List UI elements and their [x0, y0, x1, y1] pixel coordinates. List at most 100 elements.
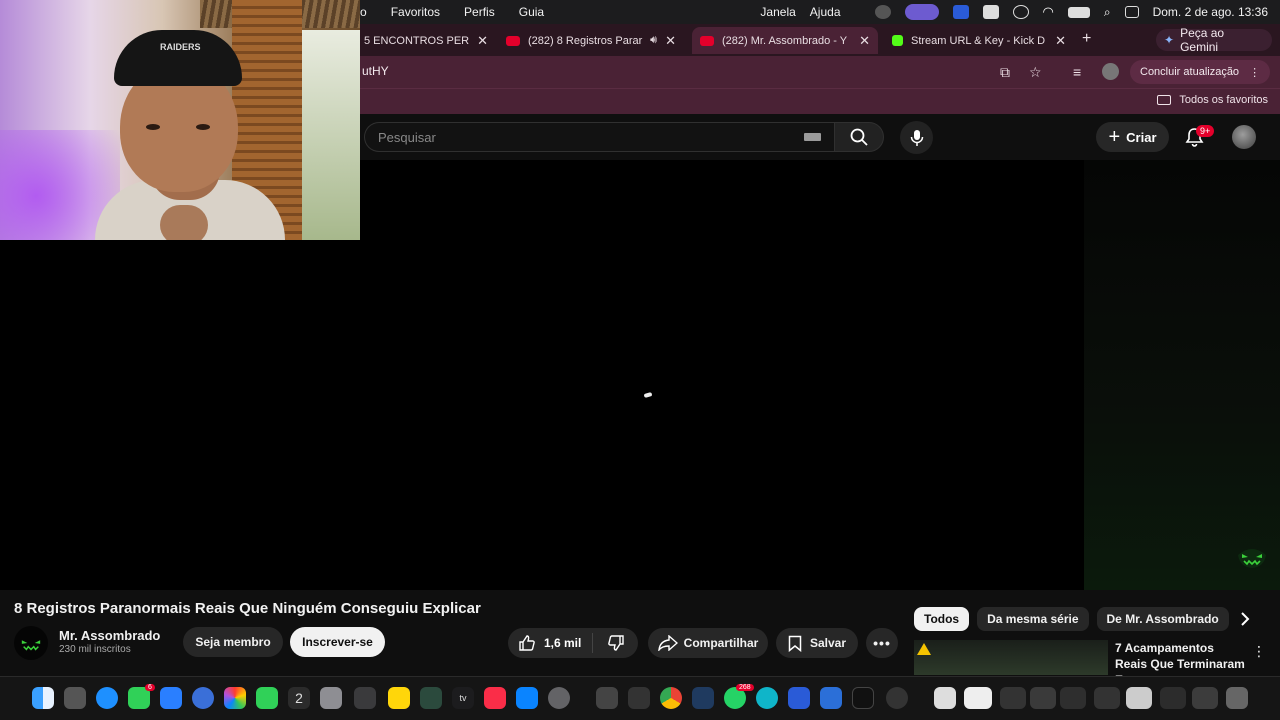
settings-icon[interactable] — [548, 687, 570, 709]
channel-watermark-icon[interactable] — [1236, 545, 1268, 569]
app-icon[interactable] — [886, 687, 908, 709]
menu-window[interactable]: Janela — [760, 5, 795, 19]
close-icon[interactable]: ✕ — [477, 33, 488, 49]
tv-icon[interactable]: tv — [452, 687, 474, 709]
wifi-icon[interactable]: ◠ — [1043, 4, 1054, 20]
save-button[interactable]: Salvar — [776, 628, 858, 658]
calendar-icon[interactable]: 2 — [288, 687, 310, 709]
profile-icon[interactable] — [1102, 63, 1119, 80]
capcut-app-icon[interactable] — [788, 687, 810, 709]
window-thumbnail-icon[interactable] — [1094, 687, 1120, 709]
dislike-button[interactable] — [593, 634, 638, 652]
photos-icon[interactable] — [224, 687, 246, 709]
reminders-icon[interactable] — [354, 687, 376, 709]
menu-tabs[interactable]: Guia — [519, 5, 544, 19]
clock[interactable]: Dom. 2 de ago. 13:36 — [1153, 5, 1268, 19]
folder-icon — [1157, 95, 1172, 105]
screen-record-icon[interactable] — [904, 4, 939, 20]
capcut-icon[interactable] — [596, 687, 618, 709]
browser-tab[interactable]: (282) 8 Registros Parar 🔊︎ ✕ — [498, 27, 684, 54]
close-icon[interactable]: ✕ — [1055, 33, 1066, 49]
file-icon[interactable] — [934, 687, 956, 709]
spotlight-icon[interactable]: ⌕ — [1104, 5, 1111, 20]
menu-help[interactable]: Ajuda — [810, 5, 841, 19]
media-controls-icon[interactable]: ≡ — [1073, 64, 1081, 80]
launchpad-icon[interactable] — [64, 687, 86, 709]
play-icon[interactable] — [1012, 5, 1029, 19]
tab-label: Stream URL & Key - Kick D — [911, 34, 1046, 47]
search-input[interactable] — [365, 123, 834, 151]
chrome-icon[interactable] — [660, 687, 682, 709]
whatsapp-badge: 268 — [736, 684, 754, 691]
more-actions-button[interactable]: ••• — [866, 628, 898, 658]
chevron-right-icon[interactable] — [1238, 611, 1252, 627]
status-app-icon-2[interactable] — [982, 5, 999, 19]
battery-icon[interactable] — [1067, 6, 1090, 18]
video-frame-edge — [1084, 160, 1280, 590]
window-thumbnail-icon[interactable] — [1000, 687, 1026, 709]
app-store-icon[interactable] — [516, 687, 538, 709]
channel-avatar[interactable] — [14, 626, 48, 660]
recommendation-thumbnail[interactable] — [914, 640, 1108, 675]
search-button[interactable] — [834, 122, 884, 152]
bookmark-star-icon[interactable]: ☆ — [1029, 64, 1042, 81]
mail-icon[interactable] — [160, 687, 182, 709]
browser-tab-active[interactable]: (282) Mr. Assombrado - Y ✕ — [692, 27, 878, 54]
subscribe-button[interactable]: Inscrever-se — [290, 627, 385, 657]
keyboard-icon[interactable] — [804, 133, 821, 141]
more-vertical-icon[interactable]: ⋮ — [1252, 643, 1266, 660]
voice-search-button[interactable] — [900, 121, 933, 154]
chip-same-series[interactable]: Da mesma série — [977, 607, 1089, 631]
grid-app-icon[interactable] — [628, 687, 650, 709]
window-thumbnail-icon[interactable] — [1126, 687, 1152, 709]
window-thumbnail-icon[interactable] — [1060, 687, 1086, 709]
more-vertical-icon[interactable]: ⋮ — [1249, 66, 1260, 79]
webcam-person — [114, 30, 242, 86]
webcam-person — [146, 124, 160, 130]
browser-tab[interactable]: Stream URL & Key - Kick D ✕ — [884, 27, 1074, 54]
menu-favorites[interactable]: Favoritos — [391, 5, 440, 19]
app-icon[interactable] — [756, 687, 778, 709]
control-center-icon[interactable] — [1124, 6, 1139, 18]
safari-icon[interactable] — [96, 687, 118, 709]
browser-tab[interactable]: 5 ENCONTROS PERT ✕ — [356, 27, 496, 54]
speaker-icon[interactable]: 🔊︎ — [650, 34, 657, 47]
create-button[interactable]: + Criar — [1096, 122, 1169, 152]
window-thumbnail-icon[interactable] — [964, 687, 992, 709]
chip-all[interactable]: Todos — [914, 607, 970, 631]
gemini-button[interactable]: ✦ Peça ao Gemini — [1156, 26, 1272, 54]
app-icon[interactable] — [820, 687, 842, 709]
music-icon[interactable] — [484, 687, 506, 709]
chip-from-channel[interactable]: De Mr. Assombrado — [1096, 607, 1229, 631]
trash-icon[interactable] — [1226, 687, 1248, 709]
join-button[interactable]: Seja membro — [183, 627, 283, 657]
address-bar[interactable]: utHY — [362, 64, 389, 78]
facetime-icon[interactable] — [256, 687, 278, 709]
window-thumbnail-icon[interactable] — [1160, 687, 1186, 709]
contacts-icon[interactable] — [320, 687, 342, 709]
share-button[interactable]: Compartilhar — [648, 628, 768, 658]
window-thumbnail-icon[interactable] — [1030, 687, 1056, 709]
youtube-icon — [700, 35, 714, 46]
finder-icon[interactable] — [32, 687, 54, 709]
tiktok-icon[interactable] — [852, 687, 874, 709]
notes-icon[interactable] — [388, 687, 410, 709]
new-tab-button[interactable]: + — [1082, 30, 1091, 48]
close-icon[interactable]: ✕ — [859, 33, 870, 49]
close-icon[interactable]: ✕ — [665, 33, 676, 49]
status-app-icon[interactable] — [874, 5, 891, 19]
channel-name[interactable]: Mr. Assombrado — [59, 628, 160, 643]
all-bookmarks-folder[interactable]: Todos os favoritos — [1157, 94, 1268, 106]
update-button[interactable]: Concluir atualização ⋮ — [1130, 60, 1271, 84]
app-menus: o Favoritos Perfis Guia — [360, 0, 568, 24]
account-avatar[interactable] — [1232, 125, 1256, 149]
cast-icon[interactable]: ⧉ — [1000, 64, 1010, 81]
menu-item[interactable]: o — [360, 5, 367, 19]
stocks-icon[interactable] — [420, 687, 442, 709]
window-thumbnail-icon[interactable] — [1192, 687, 1218, 709]
app-icon[interactable] — [192, 687, 214, 709]
like-button[interactable]: 1,6 mil — [508, 633, 593, 653]
capcut-status-icon[interactable] — [952, 5, 969, 19]
menu-profiles[interactable]: Perfis — [464, 5, 495, 19]
app-icon[interactable] — [692, 687, 714, 709]
